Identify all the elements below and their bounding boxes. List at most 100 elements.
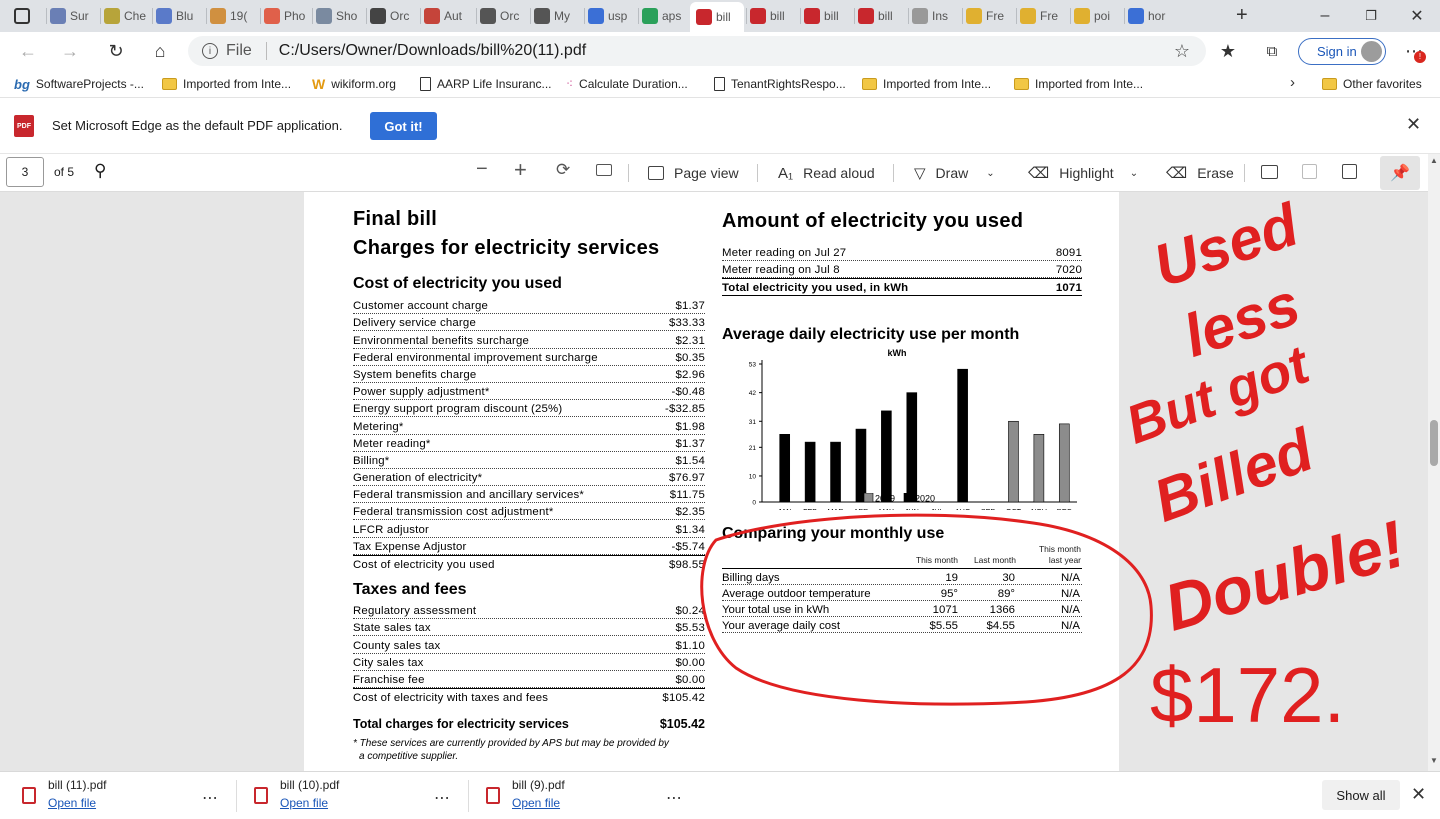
pdf-viewer[interactable]: Final bill Charges for electricity servi… (0, 192, 1428, 771)
close-downloads-icon[interactable]: ✕ (1411, 784, 1426, 805)
download-more-icon[interactable]: ⋯ (202, 788, 219, 808)
address-bar[interactable]: i File C:/Users/Owner/Downloads/bill%20(… (188, 36, 1206, 66)
footnote-line2: a competitive supplier. (359, 751, 459, 762)
sign-in-button[interactable]: Sign in (1298, 38, 1386, 65)
browser-tab[interactable]: bill (804, 4, 850, 28)
rotate-icon[interactable]: ⟳ (556, 160, 570, 180)
browser-tab[interactable]: Orc (370, 4, 416, 28)
info-icon[interactable]: i (202, 43, 218, 59)
fit-page-icon[interactable] (596, 164, 612, 176)
browser-tab[interactable]: Orc (480, 4, 526, 28)
tab-separator (638, 8, 639, 24)
vertical-scrollbar[interactable]: ▲ ▼ (1428, 154, 1440, 771)
browser-tab[interactable]: hor (1128, 4, 1174, 28)
download-item[interactable]: bill (9).pdf Open file ⋯ (486, 778, 696, 814)
favorite-item[interactable]: Wwikiform.org (312, 75, 396, 93)
favorite-item[interactable]: Imported from Inte... (162, 75, 291, 93)
scroll-up-icon[interactable]: ▲ (1430, 156, 1438, 165)
browser-tab[interactable]: Ins (912, 4, 958, 28)
browser-tab[interactable]: Fre (1020, 4, 1066, 28)
tab-separator (908, 8, 909, 24)
restore-icon[interactable]: ❐ (1348, 0, 1394, 32)
tab-favicon-icon (316, 8, 332, 24)
browser-tab[interactable]: Sho (316, 4, 362, 28)
page-number-input[interactable]: 3 (6, 157, 44, 187)
browser-tab[interactable]: bill (858, 4, 904, 28)
draw-button[interactable]: ▽ Draw ⌄ (914, 160, 995, 186)
download-more-icon[interactable]: ⋯ (434, 788, 451, 808)
other-favorites[interactable]: Other favorites (1322, 75, 1422, 93)
home-icon[interactable]: ⌂ (146, 37, 174, 65)
favorite-item[interactable]: bg SoftwareProjects -... (14, 75, 144, 93)
infobar-message: Set Microsoft Edge as the default PDF ap… (52, 118, 343, 133)
download-more-icon[interactable]: ⋯ (666, 788, 683, 808)
tab-favicon-icon (750, 8, 766, 24)
chevron-down-icon[interactable]: ⌄ (1130, 168, 1138, 179)
browser-tab[interactable]: Blu (156, 4, 202, 28)
browser-tab[interactable]: aps (642, 4, 688, 28)
print-icon[interactable] (1261, 165, 1278, 179)
favorite-item[interactable]: Imported from Inte... (1014, 75, 1143, 93)
zoom-in-icon[interactable]: + (514, 157, 527, 183)
address-url[interactable]: C:/Users/Owner/Downloads/bill%20(11).pdf (279, 42, 586, 60)
read-aloud-button[interactable]: A₁ Read aloud (778, 160, 875, 186)
highlight-button[interactable]: ⌫ Highlight ⌄ (1028, 160, 1138, 186)
open-file-link[interactable]: Open file (512, 796, 560, 810)
favorite-item[interactable]: ⁖ Calculate Duration... (566, 75, 688, 93)
download-item[interactable]: bill (10).pdf Open file ⋯ (254, 778, 464, 814)
favorite-item[interactable]: TenantRightsRespo... (714, 75, 846, 93)
save-as-icon[interactable] (1342, 164, 1357, 179)
pin-toolbar-icon[interactable]: 📌 (1380, 156, 1420, 190)
chevron-down-icon[interactable]: ⌄ (986, 168, 994, 179)
table-row: Billing* $1.54 (353, 452, 705, 469)
browser-tab[interactable]: bill (750, 4, 796, 28)
refresh-icon[interactable]: ↻ (102, 37, 130, 65)
table-row: Tax Expense Adjustor -$5.74 (353, 538, 705, 555)
add-favorite-star-icon[interactable]: ☆ (1174, 41, 1190, 62)
open-file-link[interactable]: Open file (280, 796, 328, 810)
scrollbar-thumb[interactable] (1430, 420, 1438, 466)
close-infobar-icon[interactable]: ✕ (1406, 114, 1421, 135)
browser-tab[interactable]: poi (1074, 4, 1120, 28)
favorite-item[interactable]: AARP Life Insuranc... (420, 75, 552, 93)
favorite-item[interactable]: Imported from Inte... (862, 75, 991, 93)
browser-tab[interactable]: Fre (966, 4, 1012, 28)
browser-tab[interactable]: Aut (424, 4, 470, 28)
browser-tab[interactable]: Pho (264, 4, 310, 28)
open-file-link[interactable]: Open file (48, 796, 96, 810)
forward-icon[interactable]: → (56, 37, 84, 65)
toolbar-divider (1244, 164, 1245, 182)
browser-tab[interactable]: usp (588, 4, 634, 28)
new-tab-plus-icon[interactable]: + (1236, 4, 1248, 27)
browser-tab[interactable]: Sur (50, 4, 96, 28)
got-it-button[interactable]: Got it! (370, 112, 437, 140)
page-view-button[interactable]: Page view (648, 160, 739, 186)
address-divider (265, 42, 267, 60)
meter-table: Meter reading on Jul 27 8091 Meter reading… (722, 244, 1082, 297)
download-item[interactable]: bill (11).pdf Open file ⋯ (22, 778, 232, 814)
table-row: Federal transmission and ancillary servi… (353, 486, 705, 504)
minimize-icon[interactable]: – (1302, 0, 1348, 32)
save-icon[interactable] (1302, 164, 1317, 179)
favorites-overflow-chevron-icon[interactable]: › (1290, 74, 1295, 91)
workspaces-icon[interactable] (14, 8, 30, 24)
favorites-icon[interactable]: ★ (1214, 37, 1242, 65)
search-icon[interactable]: ⚲ (94, 161, 106, 181)
collections-icon[interactable]: ⧉ (1258, 37, 1286, 65)
browser-tab[interactable]: 19( (210, 4, 256, 28)
back-icon[interactable]: ← (14, 37, 42, 65)
row-label: Federal transmission cost adjustment* (353, 506, 554, 519)
scroll-down-icon[interactable]: ▼ (1430, 756, 1438, 765)
show-all-button[interactable]: Show all (1322, 780, 1400, 810)
browser-tab[interactable]: Che (104, 4, 150, 28)
chart-ylabel: kWh (888, 348, 907, 358)
table-row: Power supply adjustment* -$0.48 (353, 383, 705, 401)
browser-tab[interactable]: My (534, 4, 580, 28)
tab-title: Fre (986, 9, 1004, 23)
browser-tab[interactable]: bill✕ (690, 2, 744, 32)
close-window-icon[interactable]: ✕ (1394, 0, 1440, 32)
erase-button[interactable]: ⌫ Erase (1166, 160, 1234, 186)
tab-favicon-icon (1128, 8, 1144, 24)
zoom-out-icon[interactable]: − (476, 158, 488, 181)
draw-label: Draw (935, 165, 969, 181)
